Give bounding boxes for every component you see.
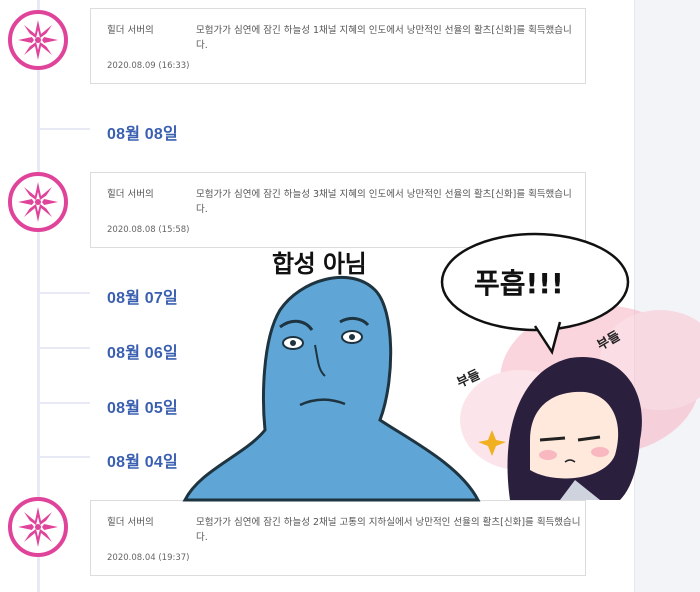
- date-label: 08월 05일: [107, 400, 178, 417]
- timeline-branch: [40, 292, 90, 294]
- event-time: 2020.08.09 (16:33): [107, 61, 190, 71]
- event-time: 2020.08.04 (19:37): [107, 553, 190, 563]
- timeline-branch: [40, 456, 90, 458]
- right-sidebar: [634, 0, 700, 592]
- event-server: 힐더 서버의: [107, 517, 154, 528]
- timeline-branch: [40, 402, 90, 404]
- speech-text: 푸흡!!!: [474, 267, 564, 300]
- sfx-text-right: 부들: [594, 328, 624, 354]
- event-card: 힐더 서버의 모험가가 심연에 잠긴 하늘성 3채널 지혜의 인도에서 낭만적인…: [90, 172, 586, 248]
- sparkle-icon: [478, 430, 506, 456]
- sparkle-burst-icon: [8, 10, 68, 70]
- date-label: 08월 07일: [107, 290, 178, 307]
- timeline-branch: [40, 347, 90, 349]
- event-message: 모험가가 심연에 잠긴 하늘성 1채널 지혜의 인도에서 낭만적인 선율의 활츠…: [196, 25, 572, 51]
- event-message: 모험가가 심연에 잠긴 하늘성 2채널 고통의 지하실에서 낭만적인 선율의 활…: [196, 517, 581, 543]
- timeline-branch: [40, 128, 90, 130]
- blue-face-drawing: [182, 275, 481, 502]
- date-label: 08월 08일: [107, 126, 178, 143]
- event-server: 힐더 서버의: [107, 189, 154, 200]
- sparkle-burst-icon: [8, 497, 68, 557]
- date-label: 08월 06일: [107, 345, 178, 362]
- event-time: 2020.08.08 (15:58): [107, 225, 190, 235]
- anime-girl-drawing: [478, 356, 642, 500]
- event-card: 힐더 서버의 모험가가 심연에 잠긴 하늘성 1채널 지혜의 인도에서 낭만적인…: [90, 8, 586, 84]
- sparkle-burst-icon: [8, 172, 68, 232]
- meme-caption: 합성 아님: [272, 250, 367, 278]
- event-message: 모험가가 심연에 잠긴 하늘성 3채널 지혜의 인도에서 낭만적인 선율의 활츠…: [196, 189, 572, 215]
- date-label: 08월 04일: [107, 454, 178, 471]
- event-card: 힐더 서버의 모험가가 심연에 잠긴 하늘성 2채널 고통의 지하실에서 낭만적…: [90, 500, 586, 576]
- sfx-text-left: 부들: [454, 367, 483, 392]
- event-server: 힐더 서버의: [107, 25, 154, 36]
